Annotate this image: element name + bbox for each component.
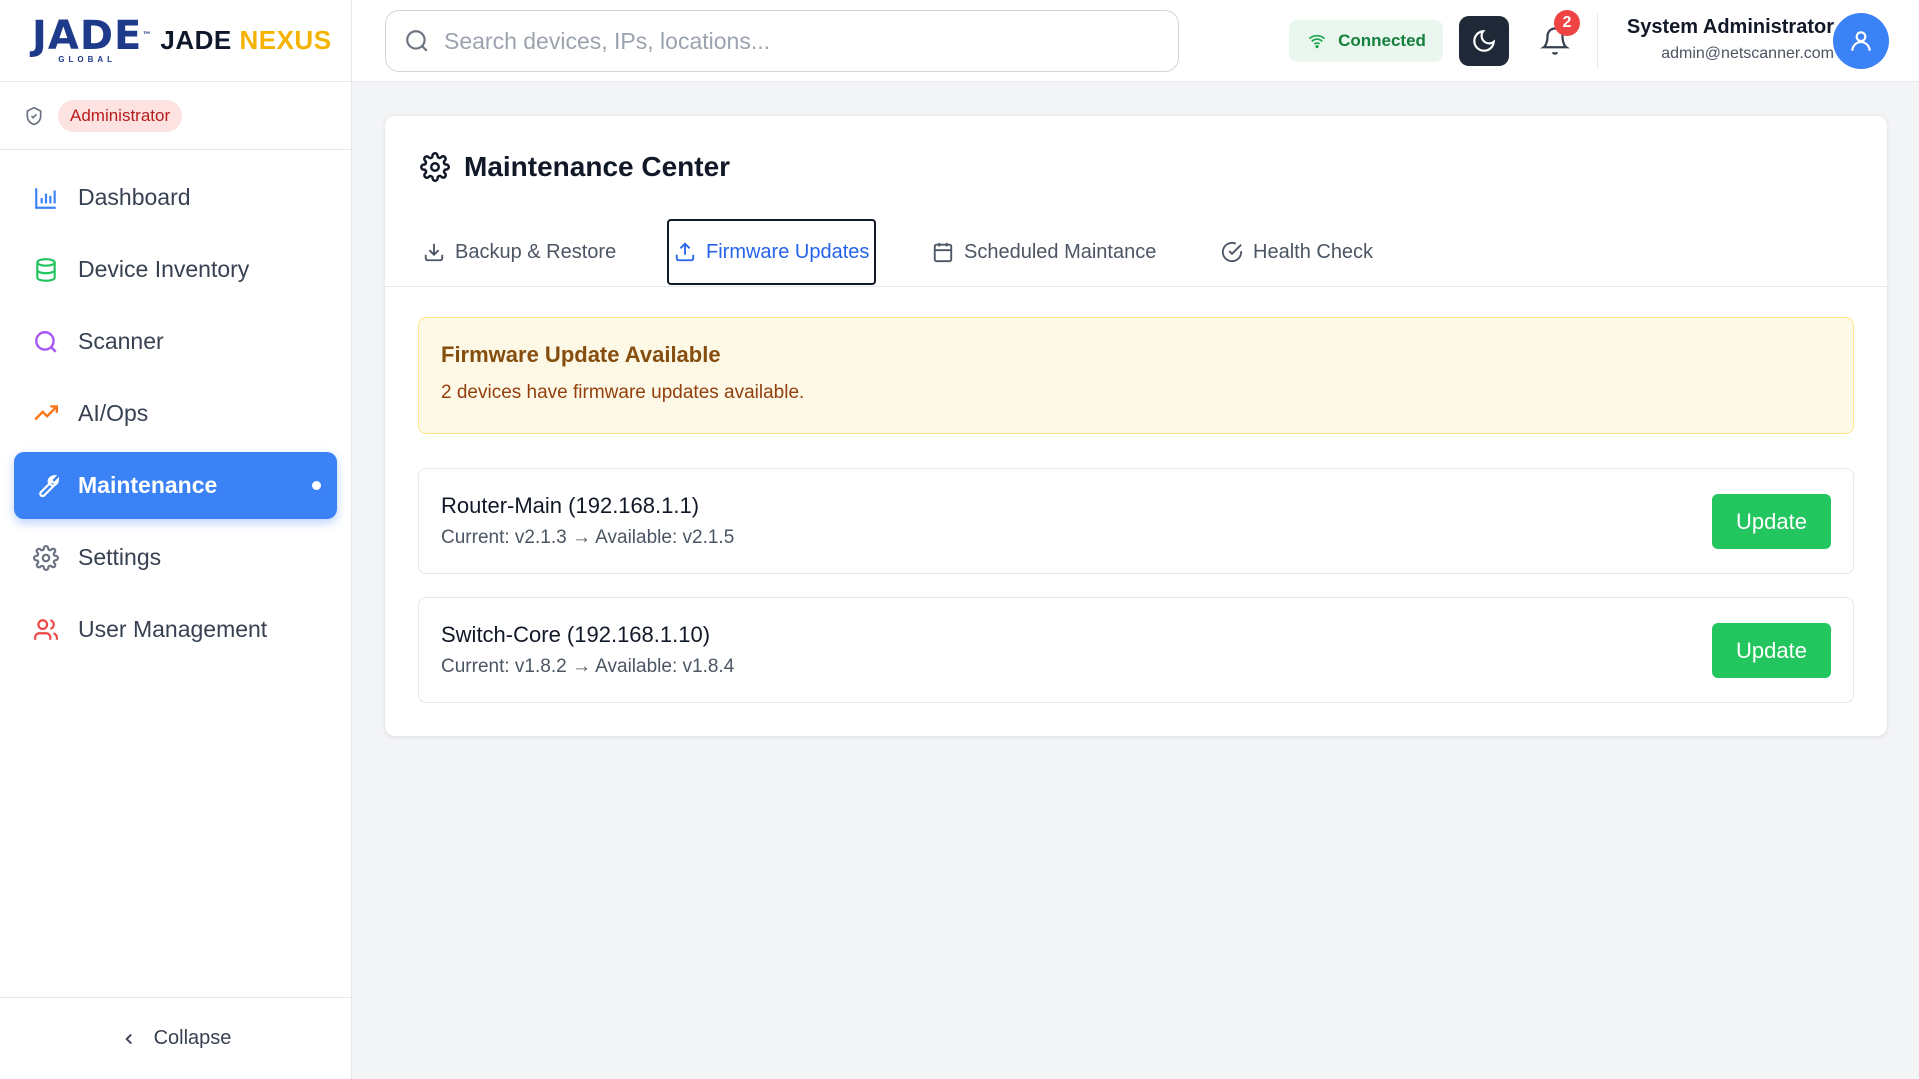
- sidebar-item-device-inventory[interactable]: Device Inventory: [14, 236, 337, 303]
- sidebar-item-label: Settings: [78, 544, 162, 570]
- device-name: Router-Main (192.168.1.1): [441, 493, 700, 518]
- role-badge: Administrator: [58, 99, 183, 132]
- page-title: Maintenance Center: [420, 151, 730, 183]
- connection-status-text: Connected: [1338, 31, 1426, 50]
- tab-firmware-updates[interactable]: Firmware Updates: [667, 219, 877, 285]
- check-circle-icon: [1221, 241, 1243, 263]
- dark-mode-toggle[interactable]: [1459, 16, 1509, 66]
- tab-label: Health Check: [1253, 240, 1374, 263]
- sidebar-item-scanner[interactable]: Scanner: [14, 308, 337, 375]
- collapse-sidebar-button[interactable]: Collapse: [0, 997, 351, 1079]
- bar-chart-icon: [32, 184, 60, 212]
- users-icon: [32, 616, 60, 644]
- sidebar-item-ai-ops[interactable]: AI/Ops: [14, 380, 337, 447]
- wifi-icon: [1309, 34, 1326, 49]
- user-icon: [1851, 31, 1871, 51]
- search-input[interactable]: [444, 27, 1144, 55]
- user-name: System Administrator: [1626, 16, 1834, 38]
- calendar-icon: [933, 242, 953, 263]
- sidebar-nav: Dashboard Device Inventory Scanner AI/Op…: [0, 150, 351, 663]
- brand-header: JADE ™ GLOBAL JADE NEXUS: [0, 0, 351, 82]
- alert-title: Firmware Update Available: [441, 342, 721, 367]
- sidebar-item-label: AI/Ops: [78, 400, 149, 426]
- page-title-text: Maintenance Center: [464, 151, 731, 182]
- maintenance-center-card: Maintenance Center Backup & Restore Firm…: [385, 116, 1887, 736]
- active-indicator-dot: [312, 481, 321, 490]
- sidebar-item-label: Scanner: [78, 328, 164, 354]
- sidebar-item-settings[interactable]: Settings: [14, 524, 337, 591]
- shield-icon: [26, 106, 42, 125]
- collapse-label: Collapse: [153, 1027, 232, 1049]
- gear-icon: [420, 152, 450, 182]
- device-version: Current: v1.8.2 → Available: v1.8.4: [441, 656, 735, 677]
- device-row: Switch-Core (192.168.1.10) Current: v1.8…: [418, 597, 1854, 703]
- notification-count-badge: 2: [1554, 10, 1580, 36]
- update-button[interactable]: Update: [1712, 494, 1831, 549]
- header-divider: [1597, 14, 1598, 68]
- database-icon: [32, 256, 60, 284]
- sidebar-item-maintenance[interactable]: Maintenance: [14, 452, 337, 519]
- company-logo[interactable]: JADE ™ GLOBAL: [32, 16, 151, 64]
- maintenance-tabs: Backup & Restore Firmware Updates Schedu…: [385, 219, 1887, 287]
- search-icon: [406, 30, 428, 52]
- tab-backup-restore[interactable]: Backup & Restore: [418, 219, 621, 285]
- moon-icon: [1473, 29, 1496, 52]
- sidebar: JADE ™ GLOBAL JADE NEXUS Administrator Da…: [0, 0, 352, 1079]
- user-email: admin@netscanner.com: [1661, 45, 1834, 62]
- firmware-alert: Firmware Update Available 2 devices have…: [418, 317, 1854, 434]
- trending-up-icon: [32, 400, 60, 428]
- alert-text: 2 devices have firmware updates availabl…: [441, 382, 805, 403]
- avatar[interactable]: [1833, 13, 1889, 69]
- sidebar-item-label: User Management: [78, 616, 268, 642]
- sidebar-item-dashboard[interactable]: Dashboard: [14, 164, 337, 231]
- sidebar-item-user-management[interactable]: User Management: [14, 596, 337, 663]
- sidebar-item-label: Maintenance: [78, 472, 218, 498]
- search-icon: [32, 328, 60, 356]
- role-indicator: Administrator: [0, 82, 351, 150]
- tab-label: Scheduled Maintance: [964, 240, 1157, 263]
- upload-icon: [675, 242, 695, 262]
- device-row: Router-Main (192.168.1.1) Current: v2.1.…: [418, 468, 1854, 574]
- update-button[interactable]: Update: [1712, 623, 1831, 678]
- device-version: Current: v2.1.3 → Available: v2.1.5: [441, 527, 735, 548]
- tab-label: Backup & Restore: [455, 240, 617, 263]
- top-header: Connected 2 System Administrator admin@n…: [352, 0, 1919, 82]
- download-icon: [424, 243, 444, 262]
- sidebar-item-label: Dashboard: [78, 184, 191, 210]
- tab-scheduled-maintenance[interactable]: Scheduled Maintance: [927, 219, 1161, 285]
- gear-icon: [32, 544, 60, 572]
- tab-label: Firmware Updates: [706, 240, 870, 263]
- tab-health-check[interactable]: Health Check: [1216, 219, 1378, 285]
- user-info: System Administrator admin@netscanner.co…: [1614, 16, 1834, 63]
- app-name: JADE NEXUS: [160, 25, 332, 55]
- notifications-button[interactable]: 2: [1532, 10, 1580, 64]
- chevron-left-icon: [125, 1033, 132, 1044]
- sidebar-item-label: Device Inventory: [78, 256, 250, 282]
- search-box: [385, 10, 1179, 72]
- connection-status-badge: Connected: [1289, 20, 1443, 62]
- device-name: Switch-Core (192.168.1.10): [441, 622, 711, 647]
- wrench-icon: [32, 472, 60, 500]
